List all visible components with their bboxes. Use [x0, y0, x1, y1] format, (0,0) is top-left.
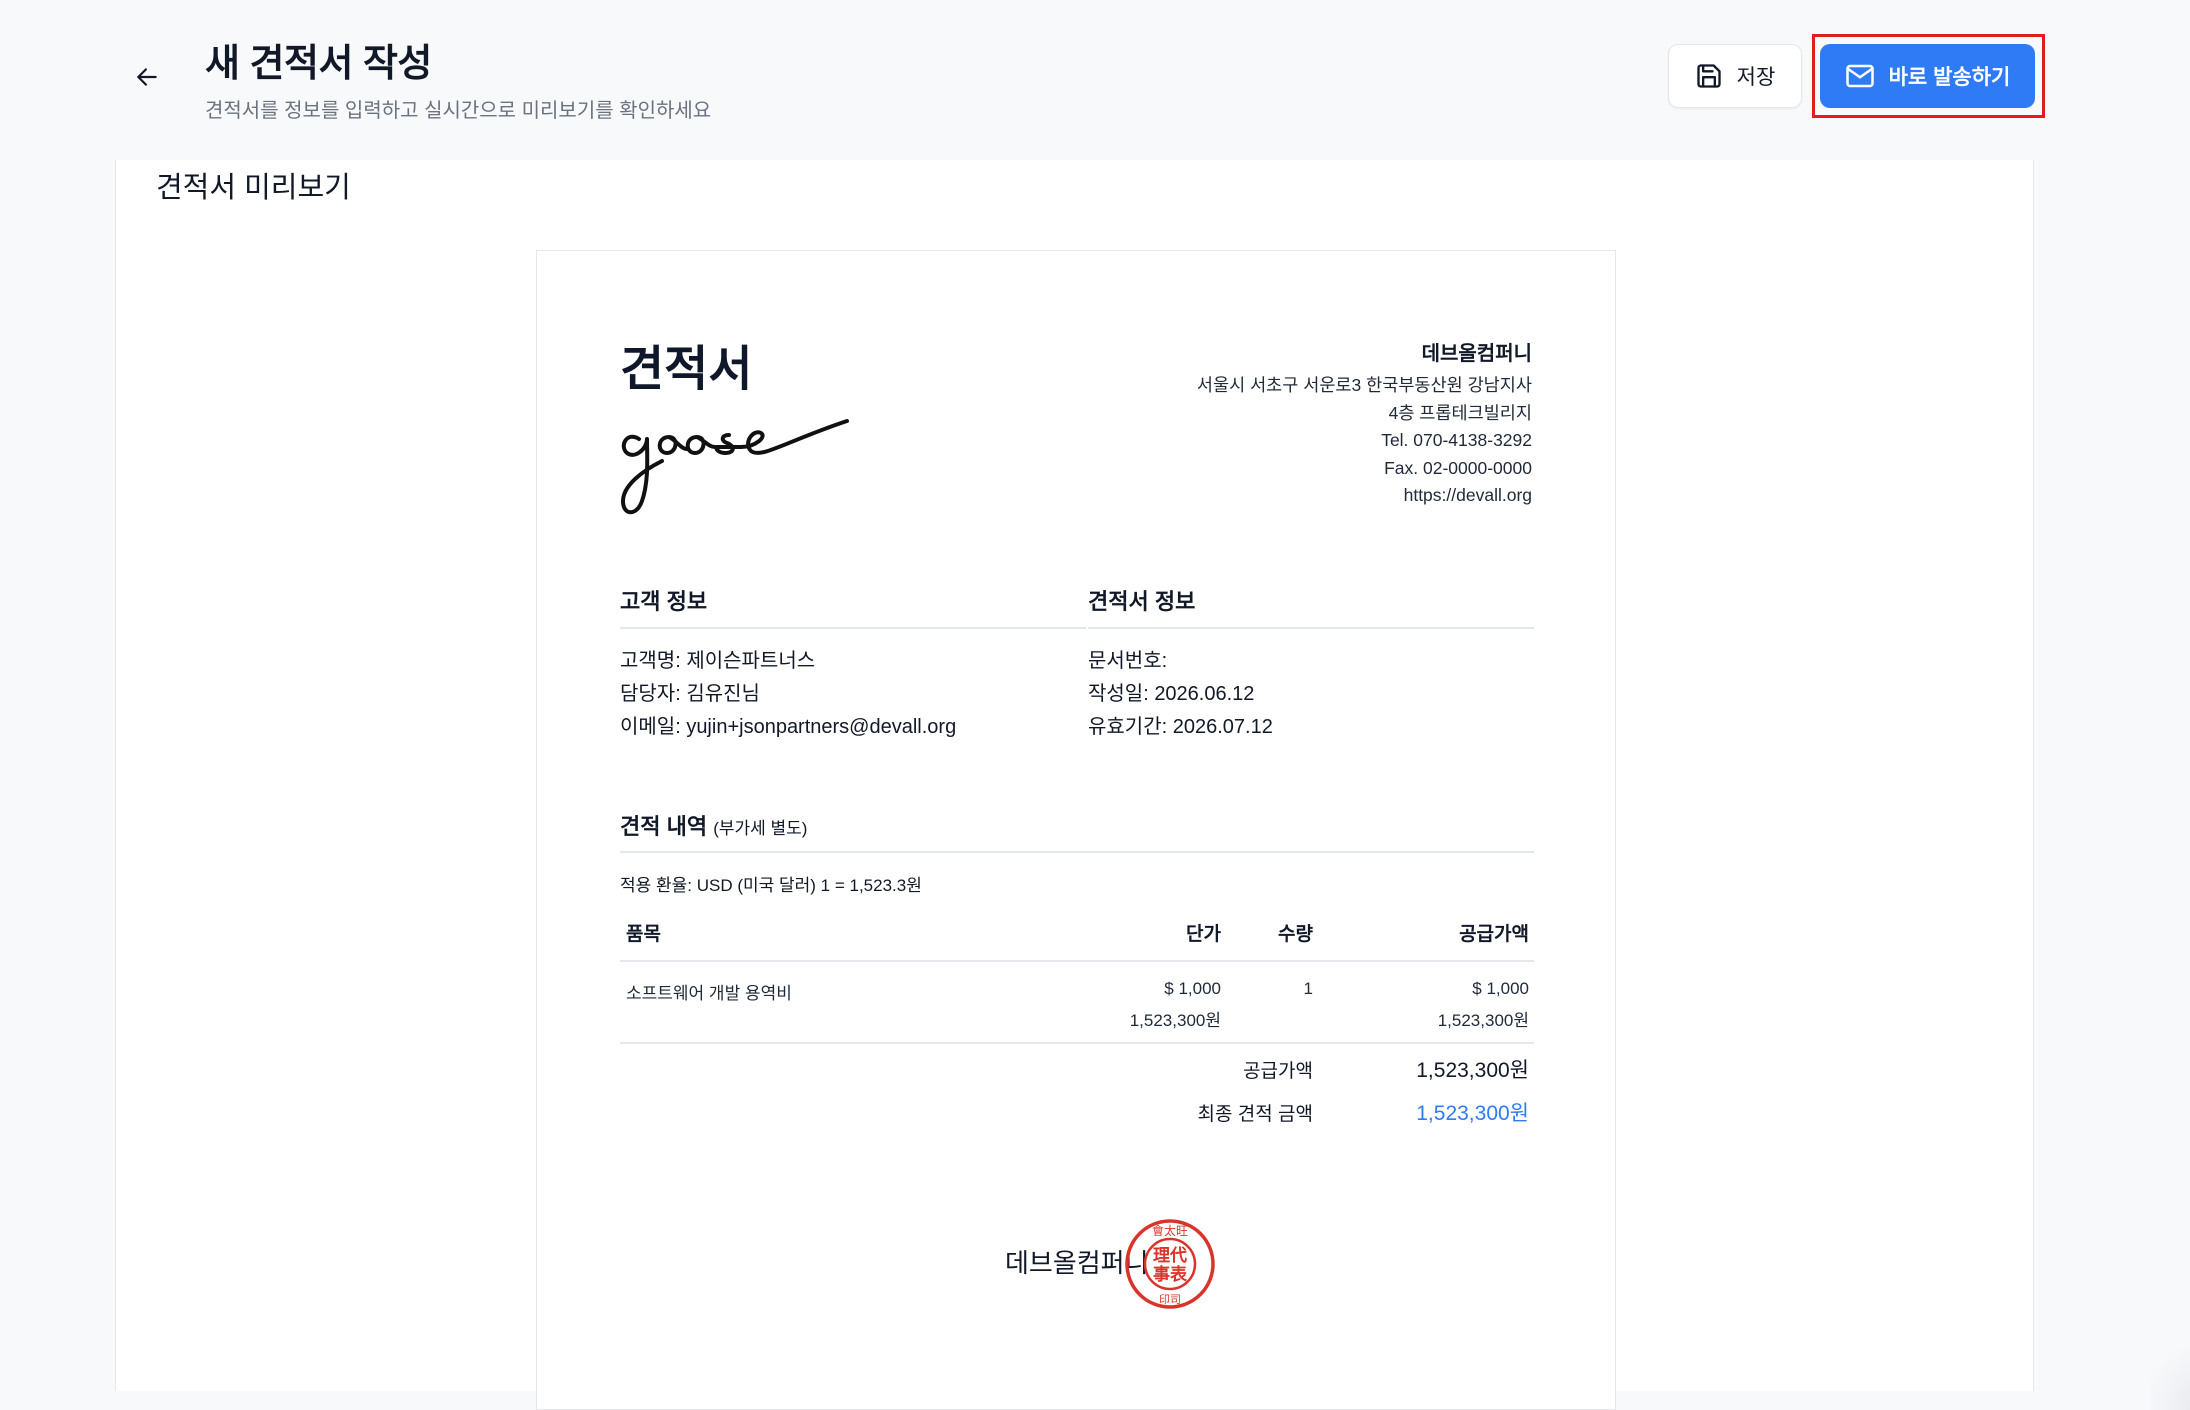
row-supply-krw: 1,523,300원: [1437, 1011, 1529, 1030]
customer-info-heading: 고객 정보: [620, 589, 708, 614]
page-title: 새 견적서 작성: [205, 43, 432, 85]
save-button-label: 저장: [1736, 66, 1776, 89]
page-subtitle: 견적서를 정보를 입력하고 실시간으로 미리보기를 확인하세요: [205, 100, 712, 122]
items-heading-note: (부가세 별도): [713, 819, 808, 838]
customer-name: 고객명: 제이슨파트너스: [620, 650, 816, 672]
goose-logo: [617, 401, 857, 526]
created-date: 작성일: 2026.06.12: [1088, 683, 1255, 705]
customer-contact: 담당자: 김유진님: [620, 683, 760, 705]
page-header: 새 견적서 작성 견적서를 정보를 입력하고 실시간으로 미리보기를 확인하세요…: [0, 0, 2190, 160]
arrow-left-icon: [137, 68, 157, 86]
save-icon: [1697, 64, 1721, 88]
quote-info-heading: 견적서 정보: [1088, 589, 1196, 614]
supply-total-label: 공급가액: [1243, 1061, 1313, 1082]
company-name: 데브올컴퍼니: [1421, 343, 1532, 365]
company-fax: Fax. 02-0000-0000: [1384, 457, 1532, 478]
company-address-2: 4층 프롭테크빌리지: [1388, 402, 1532, 423]
row-supply-usd: $ 1,000: [1472, 979, 1529, 998]
final-amount-label: 최종 견적 금액: [1197, 1104, 1313, 1125]
column-header-unit-price: 단가: [1186, 924, 1221, 945]
company-seal: 會太旺 理代 事表 印司: [1122, 1216, 1218, 1317]
send-button-label: 바로 발송하기: [1888, 66, 2011, 89]
column-header-qty: 수량: [1278, 924, 1313, 945]
column-header-item: 품목: [626, 924, 661, 945]
preview-panel-title: 견적서 미리보기: [156, 172, 351, 204]
seal-center-line-2: 事表: [1153, 1264, 1188, 1285]
send-now-button[interactable]: 바로 발송하기: [1820, 44, 2035, 108]
exchange-rate-note: 적용 환율: USD (미국 달러) 1 = 1,523.3원: [620, 876, 922, 895]
row-qty: 1: [1303, 979, 1313, 998]
final-amount-value: 1,523,300원: [1416, 1102, 1529, 1125]
company-address-1: 서울시 서초구 서운로3 한국부동산원 강남지사: [1196, 375, 1532, 395]
seal-top-text: 會太旺: [1152, 1223, 1188, 1238]
items-heading-text: 견적 내역: [620, 814, 708, 839]
seal-center-line-1: 理代: [1153, 1245, 1187, 1266]
mail-icon: [1845, 64, 1874, 88]
table-bottom-divider: [620, 1042, 1534, 1044]
items-heading: 견적 내역 (부가세 별도): [620, 809, 807, 841]
preview-panel: 견적서 미리보기 견적서 데브올컴퍼니 서울시 서초구 서운로3 한국부동산원 …: [115, 160, 2034, 1410]
table-header-divider: [620, 960, 1534, 962]
row-item: 소프트웨어 개발 용역비: [626, 984, 792, 1003]
seal-bottom-text: 印司: [1159, 1293, 1181, 1306]
quote-info-divider: [1088, 627, 1534, 629]
company-website: https://devall.org: [1403, 485, 1532, 506]
row-unit-price-usd: $ 1,000: [1164, 979, 1221, 998]
document-number: 문서번호:: [1088, 650, 1168, 672]
document-title: 견적서: [620, 343, 753, 396]
column-header-supply: 공급가액: [1459, 924, 1529, 945]
quote-document: 견적서 데브올컴퍼니 서울시 서초구 서운로3 한국부동산원 강남지사 4층 프…: [536, 250, 1616, 1410]
valid-until: 유효기간: 2026.07.12: [1088, 716, 1273, 738]
company-tel: Tel. 070-4138-3292: [1381, 430, 1532, 451]
customer-email: 이메일: yujin+jsonpartners@devall.org: [620, 716, 957, 738]
row-unit-price-krw: 1,523,300원: [1129, 1011, 1221, 1030]
customer-divider: [620, 627, 1086, 629]
back-button[interactable]: [128, 58, 166, 96]
company-info: 데브올컴퍼니 서울시 서초구 서운로3 한국부동산원 강남지사 4층 프롭테크빌…: [1197, 337, 1532, 510]
corner-shadow: [2150, 1330, 2190, 1410]
supply-total-value: 1,523,300원: [1416, 1059, 1529, 1082]
save-button[interactable]: 저장: [1668, 44, 1802, 108]
items-divider: [620, 851, 1534, 853]
